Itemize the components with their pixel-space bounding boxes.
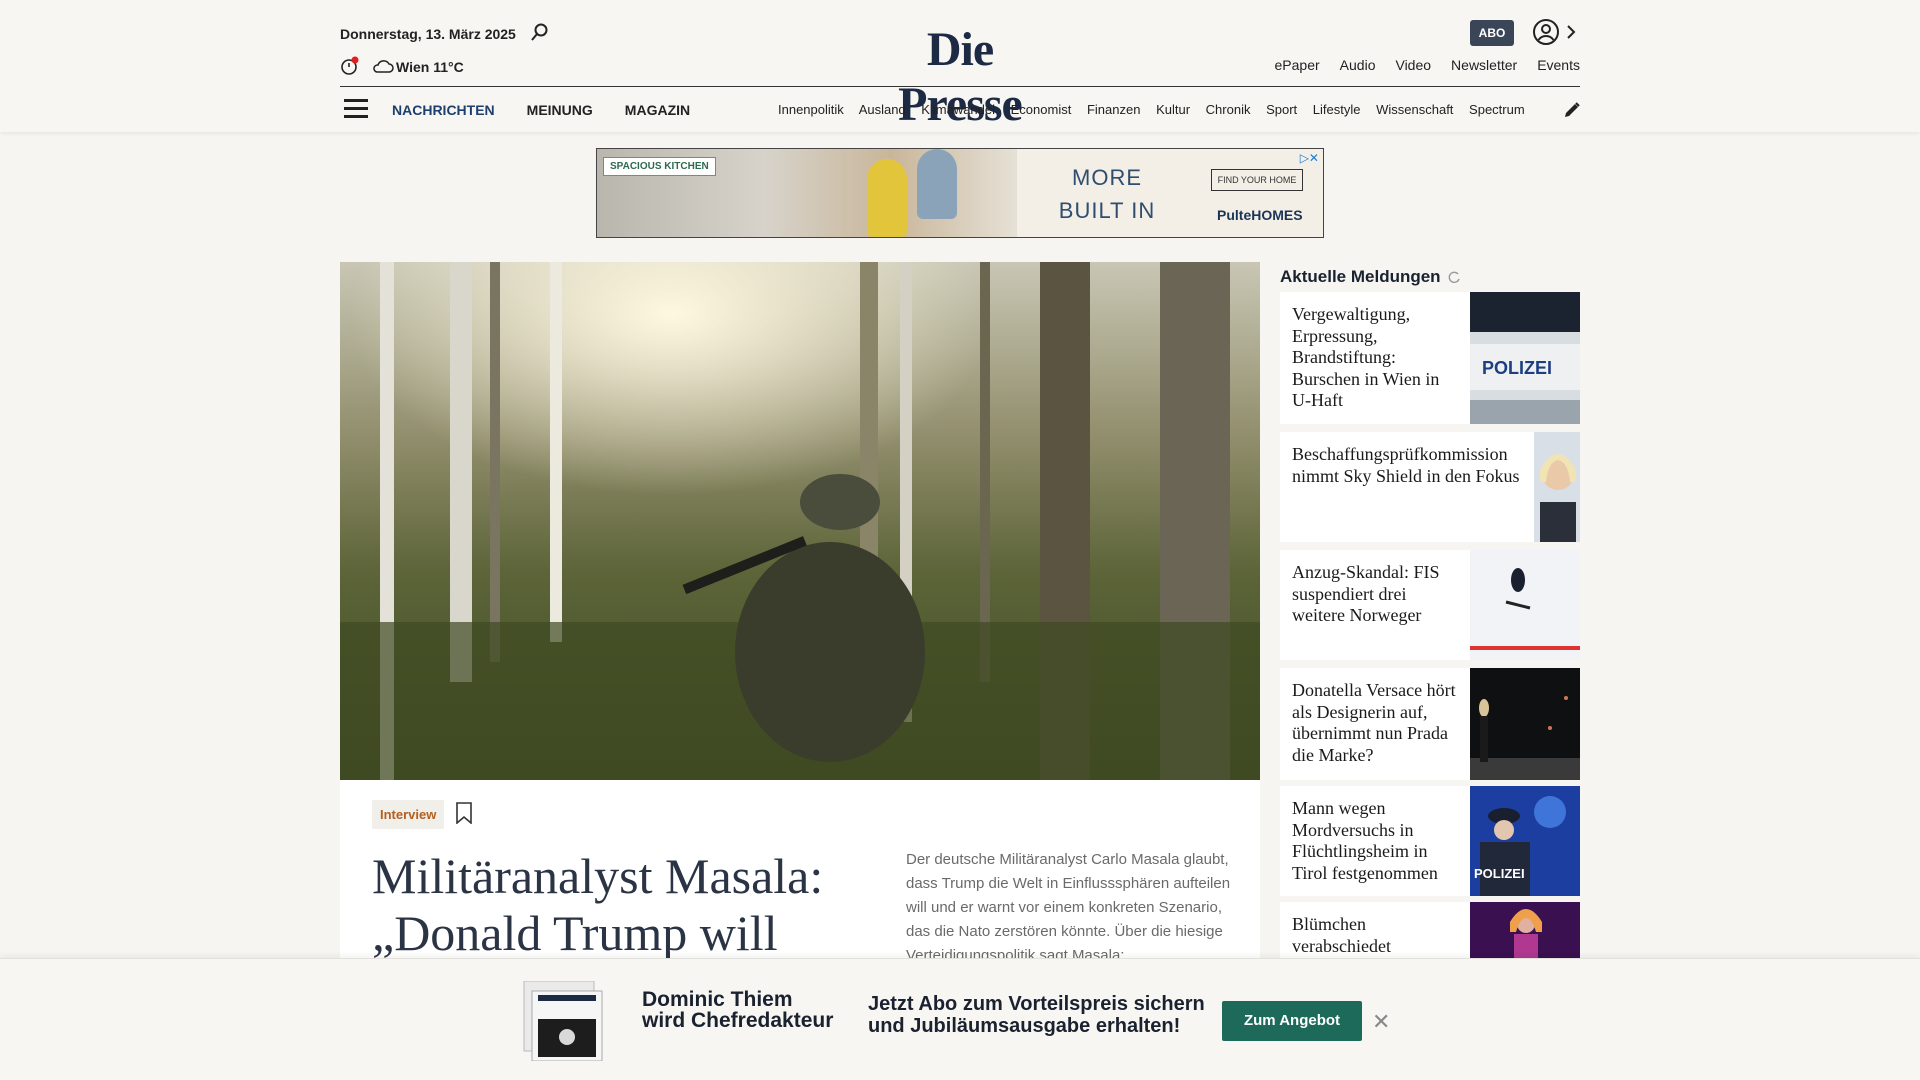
portrait-thumbnail bbox=[1534, 432, 1580, 542]
section-link-wissenschaft[interactable]: Wissenschaft bbox=[1376, 102, 1453, 117]
close-icon[interactable]: ✕ bbox=[1372, 1009, 1390, 1035]
section-link-spectrum[interactable]: Spectrum bbox=[1469, 102, 1525, 117]
abo-button[interactable]: ABO bbox=[1470, 20, 1514, 46]
svg-text:POLIZEI: POLIZEI bbox=[1474, 866, 1525, 881]
refresh-icon[interactable] bbox=[1447, 270, 1461, 284]
banner-offer-line: Jetzt Abo zum Vorteilspreis sichern bbox=[868, 993, 1205, 1015]
weather-info[interactable]: Wien 11°C bbox=[396, 59, 464, 75]
header-inner: Donnerstag, 13. März 2025 Wien 11°C Die … bbox=[340, 0, 1580, 132]
section-nav: Innenpolitik Ausland Klimawandel Economi… bbox=[778, 102, 1546, 117]
section-link-sport[interactable]: Sport bbox=[1266, 102, 1297, 117]
header-divider bbox=[340, 86, 1580, 87]
news-list-item[interactable]: Donatella Versace hört als Designerin au… bbox=[1280, 668, 1580, 780]
news-item-title: Mann wegen Mordversuchs in Flüchtlingshe… bbox=[1292, 798, 1438, 883]
news-item-title: Anzug-Skandal: FIS suspendiert drei weit… bbox=[1292, 562, 1440, 625]
news-item-title: Blümchen verabschiedet bbox=[1292, 914, 1391, 956]
top-link-audio[interactable]: Audio bbox=[1340, 57, 1376, 73]
news-item-title: Donatella Versace hört als Designerin au… bbox=[1292, 680, 1456, 765]
headline-line: „Donald Trump will bbox=[372, 905, 778, 961]
banner-offer-line: und Jubiläumsausgabe erhalten! bbox=[868, 1015, 1181, 1037]
section-link-kultur[interactable]: Kultur bbox=[1156, 102, 1190, 117]
zum-angebot-button[interactable]: Zum Angebot bbox=[1222, 1001, 1362, 1041]
news-list-item[interactable]: Vergewaltigung, Erpressung, Brandstiftun… bbox=[1280, 292, 1580, 424]
article-category-tag[interactable]: Interview bbox=[372, 800, 445, 829]
soldier-forest-photo bbox=[340, 262, 1260, 780]
section-link-chronik[interactable]: Chronik bbox=[1206, 102, 1251, 117]
ad-tag: SPACIOUS KITCHEN bbox=[603, 157, 716, 176]
section-link-innenpolitik[interactable]: Innenpolitik bbox=[778, 102, 844, 117]
section-link-ausland[interactable]: Ausland bbox=[859, 102, 906, 117]
hero-image[interactable] bbox=[340, 262, 1260, 780]
newspaper-icon bbox=[523, 981, 603, 1061]
user-account-icon[interactable] bbox=[1532, 18, 1560, 46]
bookmark-icon[interactable] bbox=[456, 802, 472, 824]
runway-thumbnail bbox=[1470, 668, 1580, 780]
news-item-title: Vergewaltigung, Erpressung, Brandstiftun… bbox=[1292, 304, 1440, 410]
ad-person-figure bbox=[867, 159, 907, 237]
chevron-right-icon[interactable] bbox=[1564, 23, 1578, 41]
nav-nachrichten[interactable]: NACHRICHTEN bbox=[392, 102, 495, 118]
headline-line: Militäranalyst Masala: bbox=[372, 848, 824, 904]
ad-cta-button[interactable]: FIND YOUR HOME bbox=[1211, 169, 1303, 191]
singer-thumbnail bbox=[1470, 902, 1580, 962]
ad-close-icon[interactable]: ▷✕ bbox=[1300, 151, 1319, 165]
ad-copy-line: BUILT IN bbox=[1058, 198, 1156, 223]
top-link-video[interactable]: Video bbox=[1395, 57, 1431, 73]
advertisement-banner[interactable]: SPACIOUS KITCHEN MORE BUILT IN FIND YOUR… bbox=[596, 148, 1324, 238]
main-nav: NACHRICHTEN MEINUNG MAGAZIN bbox=[392, 102, 690, 118]
news-sidebar: Aktuelle Meldungen Vergewaltigung, Erpre… bbox=[1280, 262, 1580, 962]
site-header: Donnerstag, 13. März 2025 Wien 11°C Die … bbox=[0, 0, 1920, 132]
hamburger-menu-icon[interactable] bbox=[344, 99, 368, 119]
top-link-epaper[interactable]: ePaper bbox=[1275, 57, 1320, 73]
top-links: ePaper Audio Video Newsletter Events bbox=[1275, 57, 1580, 73]
police-car-thumbnail: POLIZEI bbox=[1470, 292, 1580, 424]
ad-copy-line: MORE bbox=[1072, 165, 1142, 190]
top-link-newsletter[interactable]: Newsletter bbox=[1451, 57, 1517, 73]
police-officer-thumbnail: POLIZEI bbox=[1470, 786, 1580, 896]
news-item-title: Beschaffungsprüfkommission nimmt Sky Shi… bbox=[1292, 444, 1520, 486]
news-list-item[interactable]: Blümchen verabschiedet bbox=[1280, 902, 1580, 962]
cloud-icon bbox=[373, 60, 394, 73]
nav-meinung[interactable]: MEINUNG bbox=[527, 102, 593, 118]
banner-headline: Dominic Thiem wird Chefredakteur bbox=[642, 989, 833, 1031]
current-date: Donnerstag, 13. März 2025 bbox=[340, 26, 516, 42]
section-link-lifestyle[interactable]: Lifestyle bbox=[1313, 102, 1361, 117]
sidebar-title: Aktuelle Meldungen bbox=[1280, 262, 1580, 292]
pencil-icon[interactable] bbox=[1562, 100, 1582, 120]
news-list-item[interactable]: Mann wegen Mordversuchs in Flüchtlingshe… bbox=[1280, 786, 1580, 896]
ski-jumper-thumbnail bbox=[1470, 550, 1580, 660]
news-list-item[interactable]: Anzug-Skandal: FIS suspendiert drei weit… bbox=[1280, 550, 1580, 660]
search-icon[interactable] bbox=[530, 22, 550, 42]
svg-text:POLIZEI: POLIZEI bbox=[1482, 358, 1552, 378]
article-teaser: Der deutsche Militäranalyst Carlo Masala… bbox=[906, 851, 1231, 964]
banner-offer: Jetzt Abo zum Vorteilspreis sichern und … bbox=[868, 993, 1205, 1037]
nav-magazin[interactable]: MAGAZIN bbox=[625, 102, 690, 118]
news-list-item[interactable]: Beschaffungsprüfkommission nimmt Sky Shi… bbox=[1280, 432, 1580, 542]
ad-person-figure bbox=[917, 149, 957, 219]
sidebar-title-text: Aktuelle Meldungen bbox=[1280, 267, 1441, 286]
top-link-events[interactable]: Events bbox=[1537, 57, 1580, 73]
section-link-klimawandel[interactable]: Klimawandel bbox=[921, 102, 995, 117]
section-link-finanzen[interactable]: Finanzen bbox=[1087, 102, 1140, 117]
section-link-economist[interactable]: Economist bbox=[1011, 102, 1072, 117]
subscription-banner: Dominic Thiem wird Chefredakteur Jetzt A… bbox=[0, 958, 1920, 1080]
banner-headline-line: wird Chefredakteur bbox=[642, 1009, 834, 1032]
clock-icon[interactable] bbox=[340, 56, 360, 76]
ad-brand: PulteHOMES bbox=[1217, 207, 1303, 223]
banner-headline-line: Dominic Thiem bbox=[642, 988, 793, 1011]
ad-copy: MORE BUILT IN bbox=[1037, 161, 1177, 227]
article-headline[interactable]: Militäranalyst Masala: „Donald Trump wil… bbox=[372, 848, 872, 962]
